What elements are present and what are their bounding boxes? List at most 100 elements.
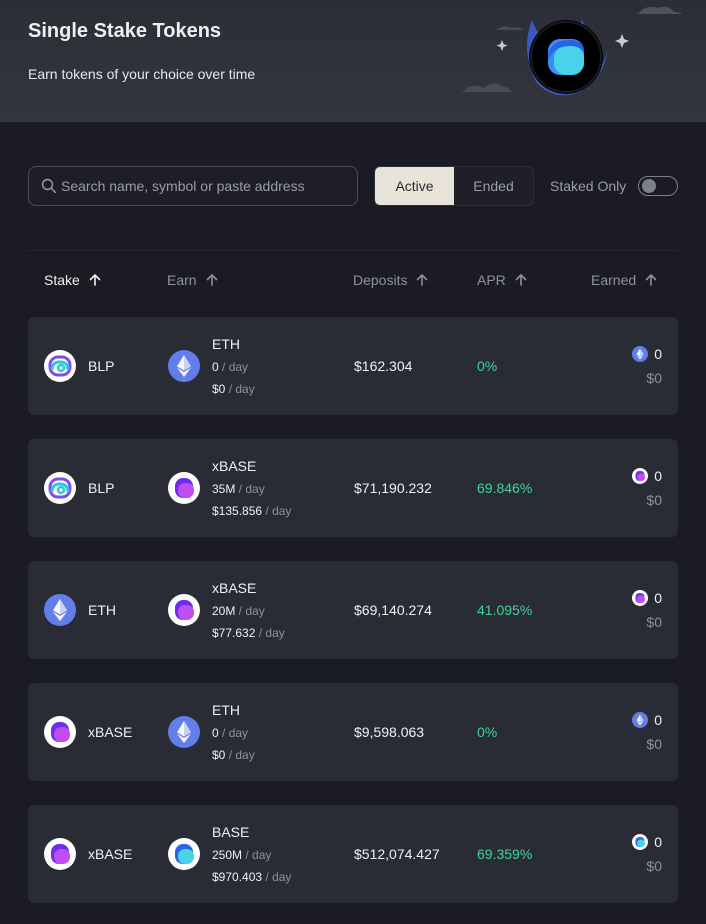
tab-ended[interactable]: Ended [454,167,533,205]
base-icon [168,838,200,870]
apr-value: 0% [477,358,498,374]
deposits-value: $9,598.063 [354,724,425,740]
page-header: Single Stake Tokens Earn tokens of your … [0,0,706,122]
xbase-icon [44,716,76,748]
earned-amount: 0 [632,712,662,728]
search-input[interactable] [61,178,351,194]
table-row[interactable]: BLP xBASE 35M / day $135.856 / day $71,1… [28,439,678,537]
apr-value: 69.359% [477,846,533,862]
earned-amount: 0 [632,590,662,606]
earn-rate-usd-value: $0 [212,382,226,396]
xbase-icon [168,472,200,504]
stake-token-name: BLP [88,480,115,496]
earned-amount: 0 [632,346,662,362]
earn-token-name: xBASE [212,580,257,596]
page-title: Single Stake Tokens [28,20,222,42]
per-day-suffix: / day [262,504,292,518]
earn-rate-value: 35M [212,482,236,496]
sort-arrow-up-icon [645,274,657,286]
earn-rate-usd: $77.632 / day [212,626,285,640]
per-day-suffix: / day [255,626,285,640]
hero-illustration [462,6,682,96]
tab-active[interactable]: Active [375,167,454,205]
deposits-value: $71,190.232 [354,480,432,496]
per-day-suffix: / day [225,748,255,762]
per-day-suffix: / day [218,360,249,374]
earned-usd-value: $0 [646,614,662,630]
eth-icon [44,594,76,626]
column-header-earned[interactable]: Earned [591,272,658,288]
earn-token-name: ETH [212,336,240,352]
earned-usd-value: $0 [646,736,662,752]
table-row[interactable]: ETH xBASE 20M / day $77.632 / day $69,14… [28,561,678,659]
column-label: Earn [167,272,197,288]
staked-only-label: Staked Only [550,178,627,194]
deposits-value: $69,140.274 [354,602,432,618]
per-day-suffix: / day [235,604,265,618]
search-icon [41,178,57,194]
sort-arrow-up-icon [417,274,428,286]
per-day-suffix: / day [225,382,255,396]
status-tabs: Active Ended [374,166,534,206]
cloud-icon [496,26,524,30]
divider [28,250,678,251]
eth-icon [168,716,200,748]
sort-arrow-up-icon [89,274,101,286]
earn-rate-value: 20M [212,604,236,618]
earn-rate-value: 0 [212,726,219,740]
sparkle-icon [496,40,508,51]
earn-token-name: ETH [212,702,240,718]
eth-icon [168,350,200,382]
cloud-icon [638,6,682,14]
earned-amount: 0 [632,834,662,850]
table-header: Stake Earn Deposits APR Earned [0,272,706,292]
earn-rate-usd: $0 / day [212,748,255,762]
stake-token-name: xBASE [88,724,133,740]
per-day-suffix: / day [262,870,292,884]
column-header-stake[interactable]: Stake [44,272,102,288]
page-subtitle: Earn tokens of your choice over time [28,66,256,82]
sort-arrow-up-icon [515,274,527,286]
search-box[interactable] [28,166,358,206]
earn-rate-value: 0 [212,360,219,374]
column-label: Deposits [353,272,408,288]
stake-token-name: xBASE [88,846,133,862]
column-header-deposits[interactable]: Deposits [353,272,429,288]
staked-only-toggle[interactable] [638,176,678,196]
earn-token-name: xBASE [212,458,257,474]
earn-rate-usd-value: $77.632 [212,626,256,640]
earned-usd-value: $0 [646,370,662,386]
eth-icon [632,712,649,728]
toggle-knob [642,179,656,193]
earned-amount-value: 0 [654,346,662,362]
apr-value: 41.095% [477,602,533,618]
table-row[interactable]: xBASE ETH 0 / day $0 / day $9,598.063 0%… [28,683,678,781]
deposits-value: $162.304 [354,358,413,374]
xbase-icon [44,838,76,870]
eth-icon [632,346,649,362]
stake-token-name: BLP [88,358,115,374]
earned-usd-value: $0 [646,858,662,874]
column-header-apr[interactable]: APR [477,272,528,288]
earn-rate-usd: $135.856 / day [212,504,291,518]
xbase-icon [632,468,649,484]
earned-amount-value: 0 [654,712,662,728]
earned-amount-value: 0 [654,834,662,850]
column-label: Earned [591,272,637,288]
blp-icon [44,350,76,382]
earn-rate-tokens: 20M / day [212,604,265,618]
earn-rate-tokens: 250M / day [212,848,271,862]
earn-rate-usd-value: $135.856 [212,504,263,518]
table-row[interactable]: BLP ETH 0 / day $0 / day $162.304 0% 0 $… [28,317,678,415]
earned-amount: 0 [632,468,662,484]
stake-token-name: ETH [88,602,116,618]
earn-rate-usd: $0 / day [212,382,255,396]
xbase-icon [632,590,649,606]
table-row[interactable]: xBASE BASE 250M / day $970.403 / day $51… [28,805,678,903]
column-header-earn[interactable]: Earn [167,272,219,288]
earn-token-name: BASE [212,824,250,840]
per-day-suffix: / day [218,726,249,740]
apr-value: 69.846% [477,480,533,496]
base-icon [632,834,649,850]
earn-rate-usd-value: $970.403 [212,870,263,884]
